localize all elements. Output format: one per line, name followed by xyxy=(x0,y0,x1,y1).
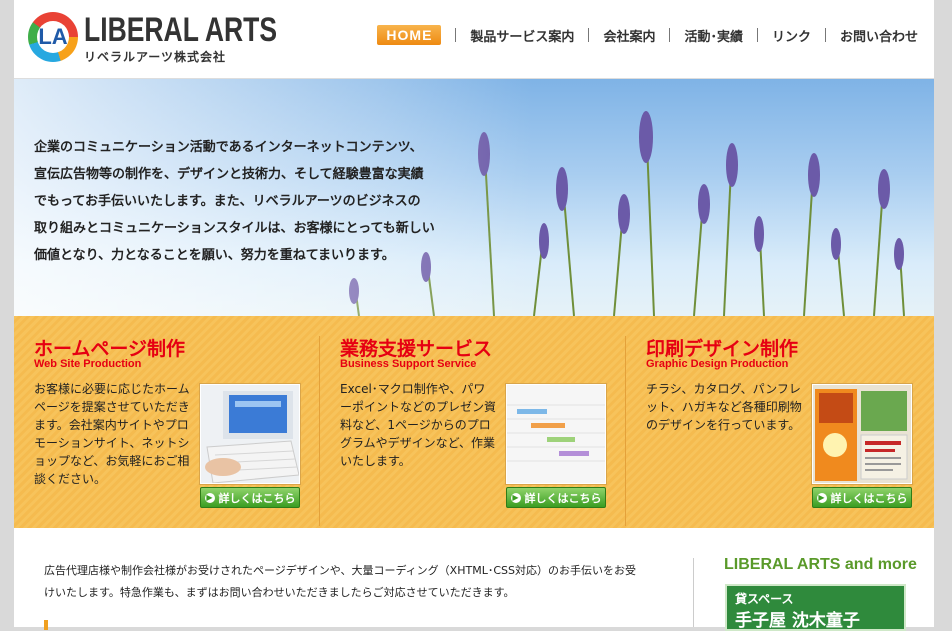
service-business: 業務支援サービス Business Support Service Excel･… xyxy=(320,316,626,528)
arrow-right-icon: ▶ xyxy=(510,492,521,503)
nav-separator xyxy=(455,28,457,42)
laptop-image[interactable] xyxy=(200,384,300,484)
details-button-label: 詳しくはこちら xyxy=(524,491,602,505)
nav-home[interactable]: HOME xyxy=(377,25,442,45)
nav-company[interactable]: 会社案内 xyxy=(603,26,655,45)
nav-contact[interactable]: お問い合わせ xyxy=(840,26,918,45)
rental-space-banner[interactable]: 貸スペース 手子屋 沈木童子 xyxy=(725,584,906,631)
logo-mark-icon: LA xyxy=(28,12,78,62)
service-web: ホームページ制作 Web Site Production お客様に必要に応じたホ… xyxy=(14,316,320,528)
nav-links[interactable]: リンク xyxy=(772,26,811,45)
sidebar-divider xyxy=(693,558,694,627)
details-button[interactable]: ▶ 詳しくはこちら xyxy=(506,487,606,508)
service-title[interactable]: 印刷デザイン制作 xyxy=(646,334,798,361)
service-description: Excel･マクロ制作や、パワーポイントなどのプレゼン資料など、1ページからのプ… xyxy=(340,382,497,468)
hero-line: 価値となり、力となることを願い、努力を重ねてまいります。 xyxy=(34,248,395,263)
service-print: 印刷デザイン制作 Graphic Design Production チラシ、カ… xyxy=(626,316,932,528)
banner-label: 貸スペース xyxy=(735,592,794,606)
service-title[interactable]: 業務支援サービス xyxy=(340,334,492,361)
service-title[interactable]: ホームページ制作 xyxy=(34,334,185,361)
service-subtitle: Graphic Design Production xyxy=(646,358,789,370)
hero-line: 企業のコミュニケーション活動であるインターネットコンテンツ、 xyxy=(34,140,423,155)
arrow-right-icon: ▶ xyxy=(204,492,215,503)
hero-line: 宣伝広告物等の制作を、デザインと技術力、そして経験豊富な実績 xyxy=(34,167,424,182)
nav-products[interactable]: 製品サービス案内 xyxy=(470,26,574,45)
nav-separator xyxy=(824,28,826,42)
section-heading-marker xyxy=(44,620,48,630)
services-panel: ホームページ制作 Web Site Production お客様に必要に応じたホ… xyxy=(14,316,934,528)
intro-text: 広告代理店様や制作会社様がお受けされたページデザインや、大量コーディング（XHT… xyxy=(44,560,664,604)
service-description: チラシ、カタログ、パンフレット、ハガキなど各種印刷物のデザインを行っています。 xyxy=(646,382,802,432)
logo-mark-letter: LA xyxy=(38,24,68,49)
hero-banner: 企業のコミュニケーション活動であるインターネットコンテンツ、 宣伝広告物等の制作… xyxy=(14,79,934,316)
content-area: 広告代理店様や制作会社様がお受けされたページデザインや、大量コーディング（XHT… xyxy=(14,528,934,631)
sidebar-title: LIBERAL ARTS and more xyxy=(724,556,917,573)
banner-title: 手子屋 沈木童子 xyxy=(735,611,860,631)
hero-line: 取り組みとコミュニケーションスタイルは、お客様にとっても新しい xyxy=(34,221,435,236)
service-subtitle: Business Support Service xyxy=(340,358,477,370)
nav-separator xyxy=(756,28,758,42)
hero-line: でもってお手伝いいたします。また、リベラルアーツのビジネスの xyxy=(34,194,421,209)
logo-title: LIBERAL ARTS xyxy=(84,11,278,49)
page: LA LIBERAL ARTS リベラルアーツ株式会社 HOME 製品サービス案… xyxy=(14,0,934,631)
intro-line: 広告代理店様や制作会社様がお受けされたページデザインや、大量コーディング（XHT… xyxy=(44,564,636,577)
intro-line: けいたします。特急作業も、まずはお問い合わせいただきましたらご対応させていただき… xyxy=(44,586,515,599)
site-logo[interactable]: LA LIBERAL ARTS リベラルアーツ株式会社 xyxy=(28,12,277,64)
details-button-label: 詳しくはこちら xyxy=(830,491,908,505)
gantt-chart-image[interactable] xyxy=(506,384,606,484)
nav-activities[interactable]: 活動･実績 xyxy=(684,26,743,45)
logo-subtitle: リベラルアーツ株式会社 xyxy=(84,50,227,64)
arrow-right-icon: ▶ xyxy=(816,492,827,503)
nav-separator xyxy=(588,28,590,42)
site-header: LA LIBERAL ARTS リベラルアーツ株式会社 HOME 製品サービス案… xyxy=(14,0,934,79)
details-button[interactable]: ▶ 詳しくはこちら xyxy=(812,487,912,508)
hero-copy: 企業のコミュニケーション活動であるインターネットコンテンツ、 宣伝広告物等の制作… xyxy=(34,134,454,269)
details-button[interactable]: ▶ 詳しくはこちら xyxy=(200,487,300,508)
details-button-label: 詳しくはこちら xyxy=(218,491,296,505)
service-description: お客様に必要に応じたホームページを提案させていただきます。会社案内サイトやプロモ… xyxy=(34,382,190,486)
service-subtitle: Web Site Production xyxy=(34,358,142,370)
main-nav: HOME 製品サービス案内 会社案内 活動･実績 リンク お問い合わせ xyxy=(377,24,918,46)
flyer-image[interactable] xyxy=(812,384,912,484)
nav-separator xyxy=(669,28,671,42)
